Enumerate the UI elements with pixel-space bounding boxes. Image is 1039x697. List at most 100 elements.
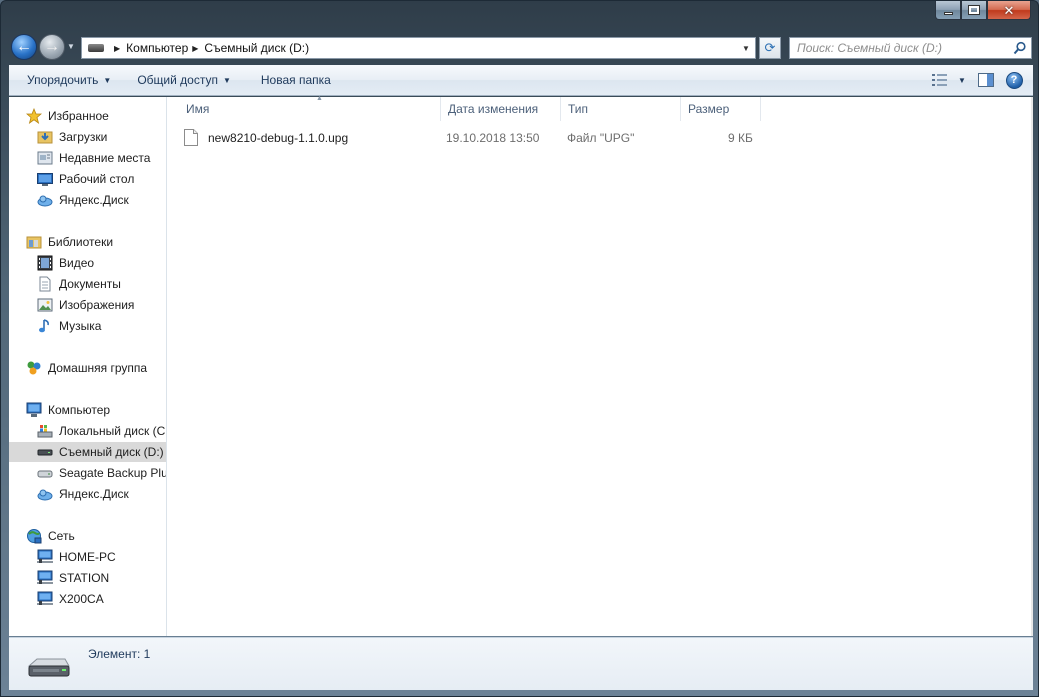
sidebar-item-favorites[interactable]: Избранное — [26, 106, 109, 126]
sort-ascending-icon: ▲ — [316, 95, 323, 102]
sidebar-item-yandex-disk[interactable]: Яндекс.Диск — [37, 484, 129, 504]
column-header-label: Дата изменения — [448, 102, 539, 116]
sidebar-item-computer[interactable]: Компьютер — [26, 400, 110, 420]
system-drive-icon — [37, 423, 53, 439]
search-input[interactable] — [797, 41, 1007, 55]
arrow-left-icon: ← — [16, 38, 32, 55]
sidebar-item-music[interactable]: Музыка — [37, 316, 101, 336]
desktop-icon — [37, 171, 53, 187]
downloads-folder-icon — [37, 129, 53, 145]
sidebar-item-video[interactable]: Видео — [37, 253, 94, 273]
sidebar-item-downloads[interactable]: Загрузки — [37, 127, 107, 147]
scrollbar-edge — [1031, 97, 1033, 636]
file-name[interactable]: new8210-debug-1.1.0.upg — [208, 131, 348, 145]
column-header-label: Тип — [568, 102, 589, 116]
breadcrumb-computer[interactable]: Компьютер — [126, 41, 188, 55]
sidebar-item-label: Изображения — [59, 298, 135, 312]
sidebar-item-label: HOME-PC — [59, 550, 116, 564]
removable-drive-icon — [37, 444, 53, 460]
change-view-button[interactable]: ▼ — [929, 69, 969, 91]
sidebar-item-libraries[interactable]: Библиотеки — [26, 232, 113, 252]
address-history-dropdown[interactable]: ▼ — [739, 38, 753, 58]
star-icon — [26, 108, 42, 124]
address-bar[interactable]: ▶ Компьютер ▶ Съемный диск (D:) ▼ — [81, 37, 756, 59]
sidebar-item-label: STATION — [59, 571, 110, 585]
sidebar-item-station[interactable]: STATION — [37, 568, 109, 588]
removable-drive-icon — [27, 658, 70, 677]
sidebar-item-label: Документы — [59, 277, 121, 291]
sidebar-item-home-pc[interactable]: HOME-PC — [37, 547, 116, 567]
sidebar-item-local-disk-c[interactable]: Локальный диск (C — [37, 421, 165, 441]
share-button[interactable]: Общий доступ ▼ — [128, 68, 240, 92]
sidebar-item-label: Музыка — [59, 319, 102, 333]
column-header-size[interactable]: Размер — [681, 97, 761, 121]
recent-pages-dropdown[interactable]: ▼ — [67, 42, 75, 51]
column-header-name[interactable]: ▲ Имя — [179, 95, 441, 121]
column-header-label: Имя — [186, 102, 210, 116]
help-icon: ? — [1005, 71, 1023, 89]
navigation-pane[interactable]: Избранное Загрузки Недавние места Рабочи… — [9, 97, 167, 636]
command-bar: Упорядочить ▼ Общий доступ ▼ Новая папка… — [9, 65, 1033, 96]
view-controls: ▼ ? — [929, 69, 1025, 91]
document-icon — [37, 276, 53, 292]
file-list[interactable]: ▲ Имя Дата изменения Тип Размер new8210-… — [168, 95, 1033, 636]
search-icon[interactable] — [1013, 41, 1027, 55]
homegroup-icon — [26, 360, 42, 376]
sidebar-item-label: Seagate Backup Plus — [59, 466, 167, 480]
column-header-date[interactable]: Дата изменения — [441, 97, 561, 121]
breadcrumb-separator-icon[interactable]: ▶ — [114, 44, 120, 53]
refresh-icon: ⟳ — [764, 40, 776, 55]
sidebar-item-desktop[interactable]: Рабочий стол — [37, 169, 134, 189]
sidebar-item-label: Рабочий стол — [59, 172, 135, 186]
organize-button[interactable]: Упорядочить ▼ — [18, 68, 120, 92]
external-drive-icon — [37, 465, 53, 481]
breadcrumb-separator-icon[interactable]: ▶ — [192, 44, 198, 53]
close-button[interactable]: ✕ — [987, 1, 1031, 20]
search-box[interactable] — [789, 37, 1032, 59]
forward-button[interactable]: → — [39, 34, 65, 60]
close-icon: ✕ — [1003, 2, 1015, 18]
sidebar-item-yandex-disk-favorite[interactable]: Яндекс.Диск — [37, 190, 129, 210]
details-view-icon — [932, 74, 948, 86]
network-computer-icon — [37, 570, 53, 586]
arrow-right-icon: → — [44, 38, 60, 55]
refresh-button[interactable]: ⟳ — [759, 37, 781, 59]
picture-icon — [37, 297, 53, 313]
sidebar-item-network[interactable]: Сеть — [26, 526, 75, 546]
maximize-icon — [968, 5, 980, 15]
video-icon — [37, 255, 53, 271]
libraries-icon — [26, 234, 42, 250]
cloud-icon — [37, 192, 53, 208]
help-button[interactable]: ? — [1003, 69, 1025, 91]
sidebar-item-recent-places[interactable]: Недавние места — [37, 148, 150, 168]
cloud-icon — [37, 486, 53, 502]
new-folder-label: Новая папка — [260, 73, 331, 87]
sidebar-item-pictures[interactable]: Изображения — [37, 295, 134, 315]
new-folder-button[interactable]: Новая папка — [252, 68, 340, 92]
back-button[interactable]: ← — [11, 34, 37, 60]
music-note-icon — [37, 318, 53, 334]
sidebar-item-homegroup[interactable]: Домашняя группа — [26, 358, 147, 378]
network-globe-icon — [26, 528, 42, 544]
sidebar-item-removable-disk-d[interactable]: Съемный диск (D:) — [9, 442, 166, 462]
file-date: 19.10.2018 13:50 — [446, 131, 540, 145]
file-type: Файл "UPG" — [567, 131, 635, 145]
content-area: Избранное Загрузки Недавние места Рабочи… — [9, 95, 1033, 636]
breadcrumb-removable-disk[interactable]: Съемный диск (D:) — [204, 41, 309, 55]
sidebar-item-seagate-backup[interactable]: Seagate Backup Plus — [37, 463, 167, 483]
sidebar-item-label: Компьютер — [48, 403, 111, 417]
column-header-type[interactable]: Тип — [561, 97, 681, 121]
table-row[interactable]: new8210-debug-1.1.0.upg 19.10.2018 13:50… — [182, 127, 762, 149]
sidebar-item-label: Локальный диск (C — [59, 424, 166, 438]
maximize-button[interactable] — [961, 1, 987, 20]
preview-pane-button[interactable] — [975, 69, 997, 91]
sidebar-item-label: Загрузки — [59, 130, 108, 144]
minimize-button[interactable] — [935, 1, 961, 20]
sidebar-item-label: Яндекс.Диск — [59, 193, 129, 207]
column-header-label: Размер — [688, 102, 730, 116]
sidebar-item-x200ca[interactable]: X200CA — [37, 589, 104, 609]
drive-icon — [88, 44, 104, 52]
sidebar-item-label: Недавние места — [59, 151, 151, 165]
sidebar-item-documents[interactable]: Документы — [37, 274, 121, 294]
sidebar-item-label: X200CA — [59, 592, 104, 606]
